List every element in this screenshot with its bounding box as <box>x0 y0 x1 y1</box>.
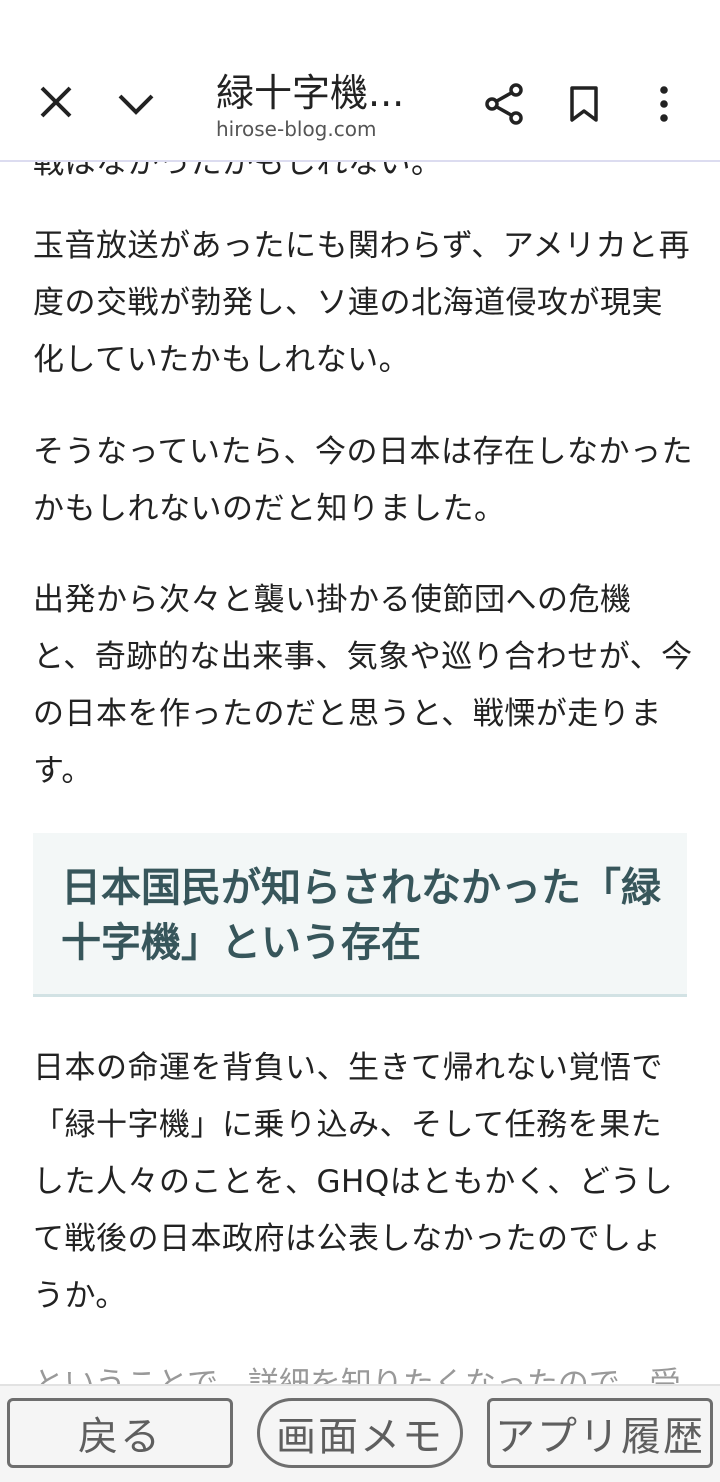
close-button[interactable] <box>26 72 86 132</box>
screen-memo-button[interactable]: 画面メモ <box>257 1398 463 1468</box>
close-icon <box>40 86 72 118</box>
chevron-down-icon <box>118 94 154 115</box>
bottom-button-bar: 戻る 画面メモ アプリ履歴 <box>0 1384 720 1482</box>
browser-toolbar: 緑十字機... hirose-blog.com <box>0 0 720 162</box>
app-history-button[interactable]: アプリ履歴 <box>487 1398 713 1468</box>
share-icon <box>485 83 523 125</box>
bookmark-icon <box>570 86 598 122</box>
article-paragraph-1: 玉音放送があったにも関わらず、アメリカと再度の交戦が勃発し、ソ連の北海道侵攻が現… <box>33 228 691 378</box>
page-url: hirose-blog.com <box>216 117 377 141</box>
back-button[interactable]: 戻る <box>7 1398 233 1468</box>
bookmark-button[interactable] <box>560 76 608 132</box>
more-vert-icon <box>660 86 668 122</box>
article-paragraph-2: そうなっていたら、今の日本は存在しなかったかもしれないのだと知りました。 <box>33 434 693 527</box>
section-heading: 日本国民が知らされなかった「緑十字機」という存在 <box>61 865 661 966</box>
page-title: 緑十字機... <box>216 71 405 115</box>
article-paragraph-4: 日本の命運を背負い、生きて帰れない覚悟で「緑十字機」に乗り込み、そして任務を果た… <box>33 1050 674 1314</box>
more-button[interactable] <box>640 76 688 132</box>
minimize-button[interactable] <box>106 74 166 134</box>
article-paragraph-3: 出発から次々と襲い掛かる使節団への危機と、奇跡的な出来事、気象や巡り合わせが、今… <box>33 582 693 789</box>
section-heading-box: 日本国民が知らされなかった「緑十字機」という存在 <box>33 833 687 997</box>
share-button[interactable] <box>478 76 530 132</box>
